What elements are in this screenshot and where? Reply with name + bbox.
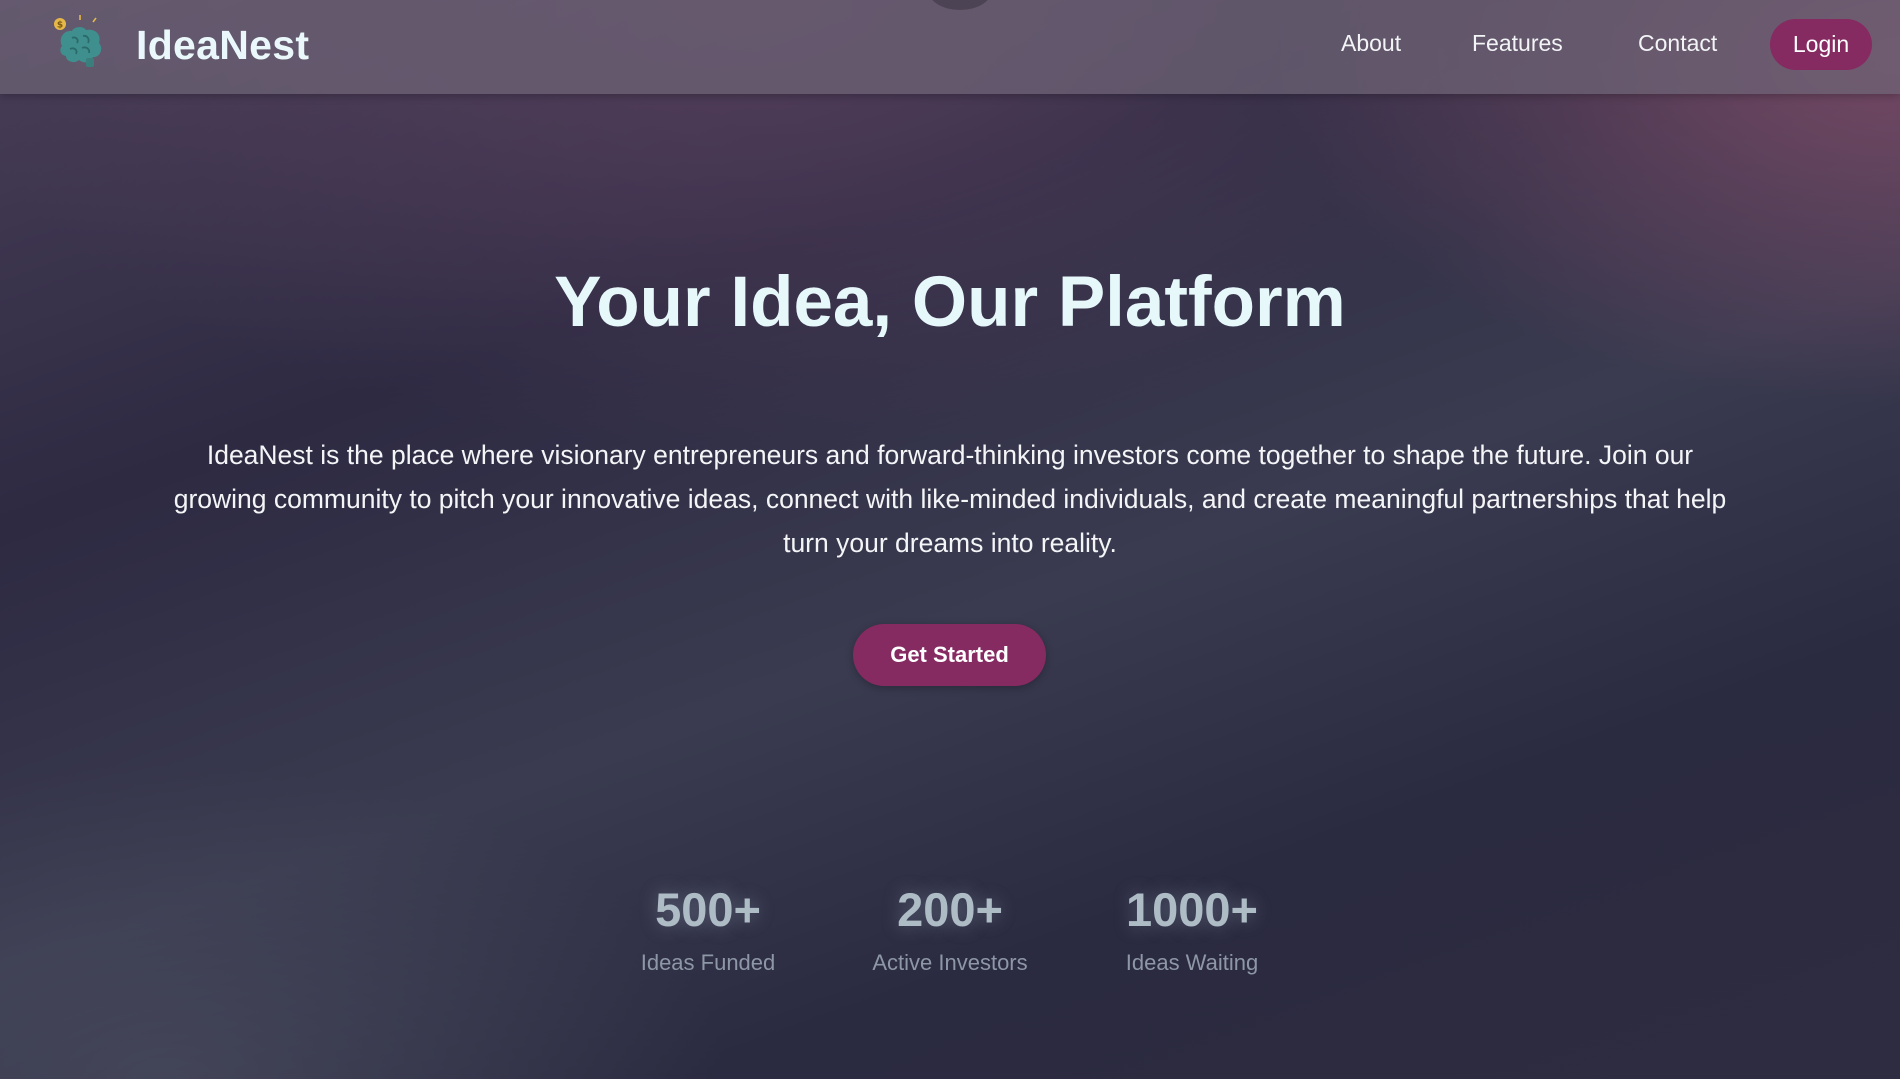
stat-value: 1000+: [1125, 883, 1258, 936]
stat-value: 200+: [897, 883, 1003, 936]
stat-label: Active Investors: [872, 950, 1028, 975]
get-started-button[interactable]: Get Started: [853, 624, 1046, 686]
stat-label: Ideas Waiting: [1125, 950, 1259, 975]
stats-section: 500+ Ideas Funded 200+ Active Investors …: [0, 880, 1900, 1010]
stat-active-investors: 200+ Active Investors: [840, 880, 1060, 976]
nav-about-link[interactable]: About: [1341, 30, 1401, 57]
login-button[interactable]: Login: [1770, 19, 1872, 70]
site-header: $ IdeaNest About Features Contact Login: [0, 0, 1900, 94]
stat-label: Ideas Funded: [640, 950, 776, 975]
nav-features-link[interactable]: Features: [1472, 30, 1563, 57]
stat-value: 500+: [655, 883, 761, 936]
hero-title: Your Idea, Our Platform: [554, 263, 1346, 342]
hero-description: IdeaNest is the place where visionary en…: [173, 440, 1727, 558]
svg-text:$: $: [57, 21, 63, 31]
stat-ideas-waiting: 1000+ Ideas Waiting: [1082, 880, 1302, 976]
brain-lightbulb-icon[interactable]: $: [52, 14, 108, 72]
stat-ideas-funded: 500+ Ideas Funded: [598, 880, 818, 976]
brand-name[interactable]: IdeaNest: [136, 22, 309, 69]
nav-contact-link[interactable]: Contact: [1638, 30, 1717, 57]
header-notch: [928, 0, 992, 10]
